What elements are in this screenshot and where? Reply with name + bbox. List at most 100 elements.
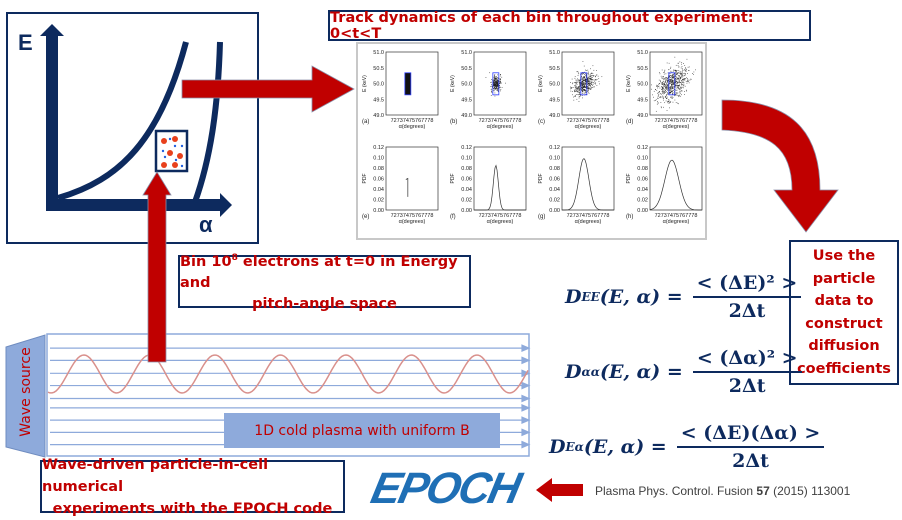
scatter-point <box>665 97 667 99</box>
scatter-point <box>670 70 672 72</box>
scatter-point <box>571 91 573 92</box>
y-tick-label: 0.04 <box>549 187 560 193</box>
scatter-point <box>659 91 660 92</box>
scatter-point <box>664 84 666 85</box>
scatter-point <box>662 95 663 97</box>
scatter-point <box>668 102 670 103</box>
scatter-point <box>687 78 688 79</box>
scatter-point <box>664 82 666 83</box>
y-axis-label: PDF <box>362 174 368 184</box>
scatter-point <box>579 93 581 95</box>
scatter-point <box>596 79 598 80</box>
scatter-point <box>494 92 496 94</box>
scatter-point <box>597 75 599 77</box>
scatter-point <box>681 73 683 74</box>
scatter-point <box>500 90 501 92</box>
scatter-point <box>587 90 589 92</box>
scatter-point <box>683 75 685 77</box>
scatter-point <box>666 96 668 98</box>
x-axis-label: α(degrees) <box>399 124 426 130</box>
scatter-point <box>657 97 658 99</box>
y-tick-label: 49.0 <box>549 113 560 119</box>
scatter-point <box>589 85 591 87</box>
scatter-point <box>673 90 674 92</box>
x-axis-label: α(degrees) <box>487 219 514 225</box>
scatter-point <box>680 80 682 81</box>
scatter-point <box>673 70 675 71</box>
scatter-point <box>672 74 674 76</box>
scatter-point <box>685 89 687 91</box>
scatter-point <box>574 76 576 77</box>
scatter-point <box>671 78 673 79</box>
scatter-point <box>497 77 498 79</box>
scatter-point <box>669 78 671 80</box>
scatter-point <box>500 89 502 90</box>
scatter-point <box>682 84 684 86</box>
scatter-point <box>663 84 665 86</box>
scatter-point <box>663 77 665 79</box>
scatter-point <box>590 73 591 75</box>
y-tick-label: 0.12 <box>549 145 560 151</box>
scatter-point <box>494 85 496 87</box>
scatter-point <box>589 83 591 85</box>
scatter-point <box>671 84 672 85</box>
y-tick-label: 0.04 <box>461 187 472 193</box>
scatter-point <box>670 89 672 90</box>
scatter-point <box>667 81 668 82</box>
scatter-point <box>494 76 496 77</box>
scatter-point <box>677 77 679 79</box>
panels-svg: 51.050.550.049.549.072737475767778α(degr… <box>362 50 703 225</box>
scatter-point <box>684 85 686 87</box>
plasma-label: 1D cold plasma with uniform B <box>254 422 470 439</box>
scatter-point <box>573 99 575 101</box>
scatter-point <box>590 89 592 90</box>
scatter-point <box>588 78 590 80</box>
scatter-point <box>576 71 578 73</box>
scatter-point <box>679 91 681 92</box>
scatter-point <box>569 86 571 88</box>
equation-dee: D EE (E, α) = < (ΔE)² >2Δt <box>565 272 802 322</box>
scatter-point <box>590 76 592 78</box>
scatter-point <box>679 89 681 91</box>
scatter-point <box>571 78 573 80</box>
scatter-point <box>669 87 671 88</box>
plasma-label-box: 1D cold plasma with uniform B <box>224 413 500 448</box>
scatter-point <box>653 100 655 102</box>
scatter-point <box>685 73 686 74</box>
scatter-point <box>666 80 668 81</box>
scatter-point <box>593 69 595 71</box>
scatter-point <box>578 88 580 89</box>
scatter-point <box>578 96 580 98</box>
scatter-point <box>661 84 663 85</box>
scatter-point <box>666 95 667 96</box>
scatter-point <box>582 92 584 94</box>
scatter-point <box>679 81 680 82</box>
scatter-point <box>681 66 683 67</box>
scatter-point <box>585 79 586 80</box>
y-tick-label: 0.10 <box>637 156 648 162</box>
scatter-point <box>579 89 581 91</box>
scatter-point <box>667 78 669 79</box>
scatter-point <box>575 95 576 96</box>
scatter-point <box>680 90 682 92</box>
scatter-point <box>673 84 675 86</box>
scatter-point <box>663 73 665 75</box>
scatter-point <box>675 69 676 71</box>
scatter-point <box>666 78 668 80</box>
scatter-point <box>494 79 495 80</box>
scatter-point <box>493 81 494 83</box>
scatter-point <box>670 97 672 98</box>
y-axis-label: E (keV) <box>450 75 456 92</box>
scatter-point <box>675 79 677 81</box>
scatter-point <box>598 81 600 82</box>
scatter-point <box>582 77 584 79</box>
y-tick-label: 0.00 <box>461 208 472 214</box>
scatter-point <box>589 87 591 89</box>
scatter-point <box>667 102 669 104</box>
scatter-point <box>672 86 674 88</box>
scatter-point <box>494 74 496 76</box>
scatter-point <box>671 97 673 99</box>
scatter-point <box>590 88 592 89</box>
scatter-point <box>495 87 497 89</box>
scatter-point <box>669 75 670 77</box>
